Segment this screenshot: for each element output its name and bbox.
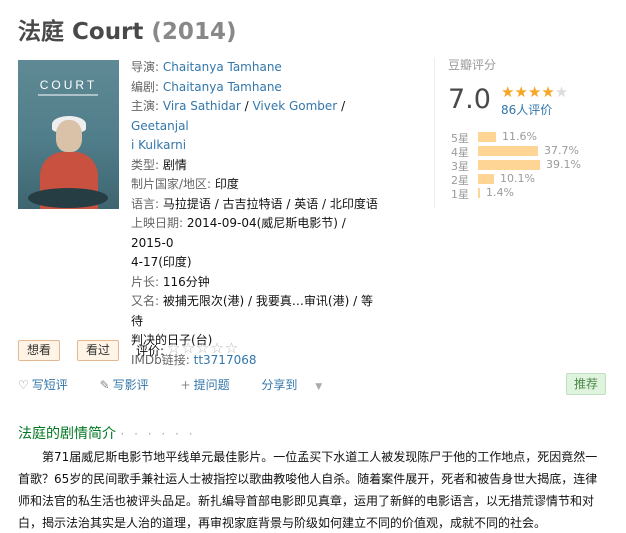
- star-icon: ★: [501, 83, 515, 101]
- rate-label: 评价:: [136, 344, 165, 358]
- country-row: 制片国家/地区: 印度: [131, 175, 381, 195]
- rating-divider: [434, 58, 435, 208]
- write-review-link[interactable]: ✎ 写影评: [100, 378, 163, 392]
- write-short-review-label: 写短评: [31, 378, 68, 392]
- release-row: 上映日期: 2014-09-04(威尼斯电影节) / 2015-0: [131, 214, 381, 253]
- rating-bar: [478, 146, 538, 156]
- rating-row-label: 1星: [451, 188, 469, 201]
- cast-link[interactable]: Vivek Gomber: [252, 99, 337, 113]
- rating-stars: ★★★★★: [501, 83, 568, 101]
- pencil-icon: ✎: [99, 378, 110, 392]
- director-link[interactable]: Chaitanya Tamhane: [163, 60, 282, 74]
- movie-poster[interactable]: COURT: [18, 60, 119, 209]
- rating-percent: 11.6%: [502, 130, 537, 143]
- rating-percent: 10.1%: [500, 172, 535, 185]
- poster-figure-head: [56, 120, 82, 152]
- aka-label: 又名:: [131, 294, 160, 308]
- summary-title: 法庭的剧情简介: [18, 426, 116, 442]
- action-bar: ♡ 写短评 ✎ 写影评 + 提问题 分享到 ▼: [18, 376, 350, 393]
- runtime-row: 片长: 116分钟: [131, 273, 381, 293]
- rating-percent: 37.7%: [544, 144, 579, 157]
- want-to-watch-button[interactable]: 想看: [18, 340, 61, 361]
- empty-star-icon: ★: [554, 83, 569, 101]
- rating-bar: [478, 174, 494, 184]
- writer-link[interactable]: Chaitanya Tamhane: [163, 80, 282, 94]
- comment-icon: ♡: [18, 378, 29, 392]
- rating-score: 7.0: [448, 84, 491, 115]
- ask-question-link[interactable]: + 提问题: [181, 378, 244, 392]
- runtime-value: 116分钟: [162, 274, 210, 289]
- half-star-icon: ★: [541, 83, 555, 101]
- plus-icon: +: [180, 378, 191, 392]
- rate-stars-input[interactable]: ☆☆☆☆☆: [167, 339, 239, 357]
- star-icon: ★: [527, 83, 542, 101]
- recommend-button[interactable]: 推荐: [566, 373, 606, 395]
- country-label: 制片国家/地区:: [131, 177, 212, 191]
- watched-button[interactable]: 看过: [77, 340, 120, 361]
- rating-percent: 1.4%: [486, 186, 514, 199]
- poster-divider: [38, 94, 98, 96]
- ask-question-label: 提问题: [193, 378, 230, 392]
- genre-label: 类型:: [131, 157, 160, 172]
- rating-bar: [478, 188, 480, 198]
- poster-title: COURT: [39, 78, 98, 92]
- writer-row: 编剧: Chaitanya Tamhane: [131, 78, 381, 98]
- write-short-review-link[interactable]: ♡ 写短评: [18, 378, 82, 392]
- movie-title: 法庭 Court: [18, 19, 144, 45]
- rating-percent: 39.1%: [546, 158, 581, 171]
- cast-link[interactable]: Geetanjal: [131, 119, 189, 133]
- cast-row-cont: i Kulkarni: [131, 136, 381, 156]
- rating-label: 豆瓣评分: [448, 58, 497, 72]
- release-label: 上映日期:: [131, 216, 184, 230]
- genre-row: 类型: 剧情: [131, 156, 381, 176]
- release-row-cont: 4-17(印度): [131, 253, 381, 273]
- cast-link[interactable]: i Kulkarni: [131, 138, 186, 152]
- runtime-label: 片长:: [131, 274, 160, 289]
- cast-label: 主演:: [131, 99, 160, 113]
- language-label: 语言:: [131, 196, 160, 211]
- star-icon: ★: [514, 83, 528, 101]
- director-row: 导演: Chaitanya Tamhane: [131, 58, 381, 78]
- movie-year: (2014): [151, 19, 237, 45]
- share-dropdown[interactable]: 分享到 ▼: [261, 378, 336, 392]
- summary-text: 第71届威尼斯电影节地平线单元最佳影片。一位孟买下水道工人被发现陈尸于他的工作地…: [18, 450, 598, 530]
- summary-dots: · · · · · ·: [120, 427, 196, 441]
- summary-heading: 法庭的剧情简介 · · · · · ·: [18, 423, 195, 443]
- page-title: 法庭 Court (2014): [18, 12, 236, 46]
- genre-value: 剧情: [162, 157, 187, 172]
- director-label: 导演:: [131, 60, 160, 74]
- write-review-label: 写影评: [112, 378, 149, 392]
- aka-row: 又名: 被捕无限次(港) / 我要真…审讯(港) / 等待: [131, 292, 381, 331]
- rating-bar: [478, 160, 540, 170]
- language-row: 语言: 马拉提语 / 古吉拉特语 / 英语 / 北印度语: [131, 195, 381, 215]
- language-value: 马拉提语 / 古吉拉特语 / 英语 / 北印度语: [162, 196, 378, 211]
- country-value: 印度: [214, 177, 239, 191]
- movie-info: 导演: Chaitanya Tamhane 编剧: Chaitanya Tamh…: [131, 58, 381, 370]
- release-value: 4-17(印度): [131, 255, 192, 269]
- aka-value: 被捕无限次(港) / 我要真…审讯(港) / 等待: [131, 294, 373, 328]
- cast-row: 主演: Vira Sathidar / Vivek Gomber / Geeta…: [131, 99, 346, 133]
- share-label: 分享到: [261, 378, 298, 392]
- cast-link[interactable]: Vira Sathidar: [163, 99, 241, 113]
- rating-bar: [478, 132, 496, 142]
- chevron-down-icon: ▼: [315, 382, 323, 392]
- vote-count-link[interactable]: 86人评价: [501, 101, 552, 118]
- poster-manhole: [28, 188, 108, 208]
- writer-label: 编剧:: [131, 79, 160, 94]
